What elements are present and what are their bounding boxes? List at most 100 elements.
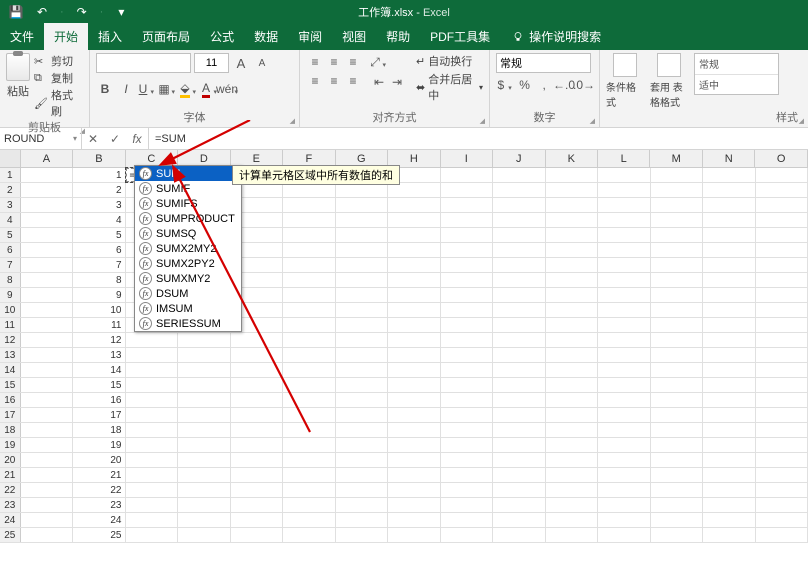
row-header[interactable]: 13: [0, 348, 21, 362]
cell[interactable]: [178, 348, 231, 362]
align-right-button[interactable]: ≡: [344, 72, 362, 90]
cell[interactable]: [231, 348, 284, 362]
align-left-button[interactable]: ≡: [306, 72, 324, 90]
cell[interactable]: [336, 528, 389, 542]
cell[interactable]: [598, 243, 651, 257]
cell[interactable]: [651, 498, 704, 512]
cell[interactable]: [388, 423, 441, 437]
autocomplete-item[interactable]: fxIMSUM: [135, 301, 241, 316]
cell[interactable]: [441, 363, 494, 377]
cell[interactable]: [756, 438, 808, 452]
cell[interactable]: [703, 453, 756, 467]
cell[interactable]: [231, 438, 284, 452]
cell[interactable]: [703, 243, 756, 257]
cell[interactable]: [756, 528, 808, 542]
cell[interactable]: 21: [73, 468, 126, 482]
cell[interactable]: [231, 408, 284, 422]
cell[interactable]: [651, 513, 704, 527]
cell[interactable]: [441, 453, 494, 467]
cell[interactable]: [336, 453, 389, 467]
cell[interactable]: [703, 378, 756, 392]
cell[interactable]: [388, 303, 441, 317]
autocomplete-item[interactable]: fxSUMX2MY2: [135, 241, 241, 256]
autocomplete-item[interactable]: fxSERIESSUM: [135, 316, 241, 331]
cell[interactable]: [493, 408, 546, 422]
cell[interactable]: [178, 483, 231, 497]
cell[interactable]: [651, 318, 704, 332]
cell[interactable]: [756, 483, 808, 497]
cell[interactable]: [126, 483, 179, 497]
row-header[interactable]: 11: [0, 318, 21, 332]
cell[interactable]: [178, 408, 231, 422]
cell[interactable]: [283, 408, 336, 422]
cell[interactable]: [651, 528, 704, 542]
cell[interactable]: [441, 303, 494, 317]
cell[interactable]: [388, 273, 441, 287]
cell[interactable]: [283, 333, 336, 347]
row-header[interactable]: 16: [0, 393, 21, 407]
row-header[interactable]: 25: [0, 528, 21, 542]
cell[interactable]: [651, 423, 704, 437]
cell[interactable]: [283, 198, 336, 212]
cell[interactable]: [493, 318, 546, 332]
cell[interactable]: [756, 258, 808, 272]
cell[interactable]: [336, 273, 389, 287]
comma-button[interactable]: ,: [535, 76, 553, 94]
cell[interactable]: [178, 363, 231, 377]
cell[interactable]: [546, 453, 599, 467]
cell[interactable]: [336, 213, 389, 227]
autocomplete-item[interactable]: fxSUMSQ: [135, 226, 241, 241]
tab-formulas[interactable]: 公式: [200, 23, 244, 50]
cell[interactable]: [178, 378, 231, 392]
cell[interactable]: [546, 483, 599, 497]
cell[interactable]: 5: [73, 228, 126, 242]
cell[interactable]: [126, 438, 179, 452]
conditional-format-button[interactable]: 条件格式: [606, 53, 644, 109]
cell[interactable]: [388, 318, 441, 332]
cell[interactable]: [21, 513, 74, 527]
cell[interactable]: [598, 198, 651, 212]
cell[interactable]: [546, 243, 599, 257]
cell[interactable]: [756, 423, 808, 437]
cell[interactable]: [493, 483, 546, 497]
cell[interactable]: [283, 483, 336, 497]
cell[interactable]: [546, 513, 599, 527]
cell[interactable]: [178, 498, 231, 512]
cell[interactable]: [178, 423, 231, 437]
cell[interactable]: [598, 258, 651, 272]
cell[interactable]: [441, 168, 494, 182]
align-middle-button[interactable]: ≡: [325, 53, 343, 71]
cell[interactable]: 24: [73, 513, 126, 527]
cell[interactable]: [756, 498, 808, 512]
cell[interactable]: [756, 363, 808, 377]
tab-help[interactable]: 帮助: [376, 23, 420, 50]
cell[interactable]: [598, 468, 651, 482]
cell[interactable]: [283, 453, 336, 467]
cell[interactable]: 16: [73, 393, 126, 407]
redo-button[interactable]: ↷: [74, 4, 90, 20]
cell[interactable]: [703, 498, 756, 512]
qat-more-button[interactable]: ▾: [113, 4, 129, 20]
column-header[interactable]: J: [493, 150, 545, 167]
column-header[interactable]: I: [441, 150, 493, 167]
shrink-font-button[interactable]: A: [253, 54, 271, 72]
cell[interactable]: [598, 273, 651, 287]
cell[interactable]: [651, 468, 704, 482]
column-header[interactable]: A: [21, 150, 73, 167]
cell[interactable]: [21, 348, 74, 362]
cell[interactable]: [283, 228, 336, 242]
cell[interactable]: [21, 243, 74, 257]
formula-autocomplete-dropdown[interactable]: fxSUMfxSUMIFfxSUMIFSfxSUMPRODUCTfxSUMSQf…: [134, 165, 242, 332]
cell[interactable]: [336, 333, 389, 347]
underline-button[interactable]: U: [138, 80, 156, 98]
cell[interactable]: [21, 288, 74, 302]
cell[interactable]: [703, 228, 756, 242]
row-header[interactable]: 8: [0, 273, 21, 287]
cell[interactable]: [126, 528, 179, 542]
cell[interactable]: [231, 528, 284, 542]
cell[interactable]: [388, 228, 441, 242]
worksheet-grid[interactable]: ABCDEFGHIJKLMNO 11=SUM223344556677889910…: [0, 150, 808, 543]
cell[interactable]: [388, 258, 441, 272]
cell[interactable]: [703, 423, 756, 437]
cell[interactable]: [441, 438, 494, 452]
